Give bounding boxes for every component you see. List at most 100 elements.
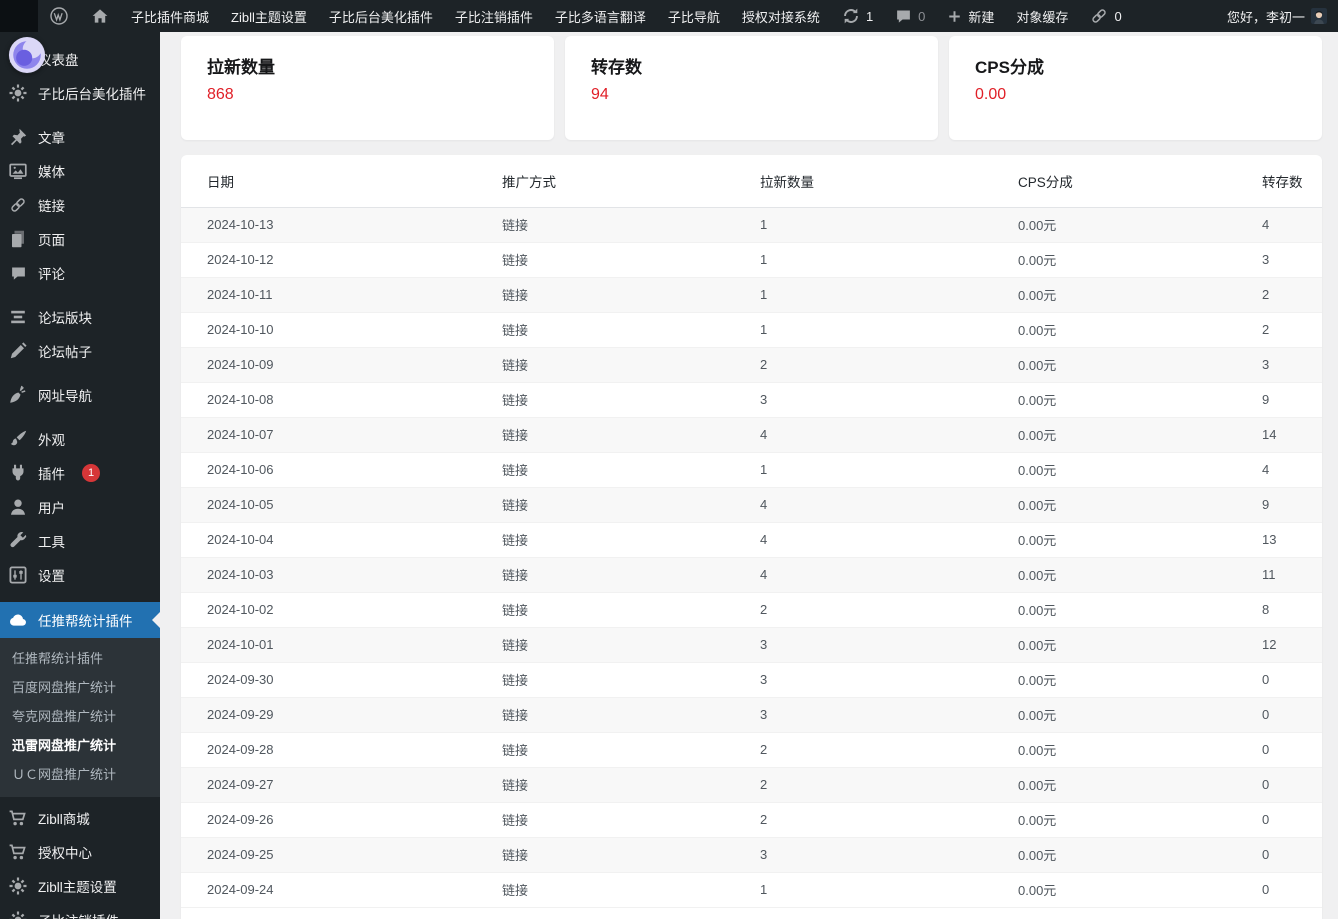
admin-sidebar: 仪表盘 子比后台美化插件 文章 媒体 链接 页面 评论 论坛版块 论坛帖子 网址导航 外观 插件 1 用户… <box>0 32 160 919</box>
wordpress-logo-icon[interactable] <box>38 0 80 32</box>
cell-promo-method: 链接 <box>502 312 760 348</box>
sidebar-item-zibi-logout-plugin[interactable]: 子比注销插件 <box>0 903 160 919</box>
site-logo-moon-icon[interactable] <box>8 36 46 74</box>
table-row: 2024-09-29 链接 3 0.00元 0 <box>181 697 1322 733</box>
menu-separator <box>0 412 160 422</box>
admin-bar-item[interactable]: 子比后台美化插件 <box>318 0 444 32</box>
sidebar-item-zibi-admin-beautify[interactable]: 子比后台美化插件 <box>0 76 160 110</box>
sidebar-item-settings[interactable]: 设置 <box>0 558 160 592</box>
account-menu[interactable]: 您好，李初一 <box>1216 0 1338 32</box>
stat-card: 转存数 94 <box>565 36 938 140</box>
cell-cps-share: 0.00元 <box>1018 767 1262 803</box>
stat-card-label: 拉新数量 <box>207 58 275 77</box>
cell-promo-method: 链接 <box>502 207 760 243</box>
cell-cps-share: 0.00元 <box>1018 312 1262 348</box>
sidebar-item-forum-posts[interactable]: 论坛帖子 <box>0 334 160 368</box>
cell-promo-method: 链接 <box>502 277 760 313</box>
sidebar-item-pages[interactable]: 页面 <box>0 222 160 256</box>
sidebar-item-comments[interactable]: 评论 <box>0 256 160 290</box>
cell-promo-method: 链接 <box>502 662 760 698</box>
object-cache-button[interactable]: 对象缓存 <box>1005 0 1079 32</box>
cell-save-count: 0 <box>1262 872 1322 908</box>
sidebar-item-plugins[interactable]: 插件 1 <box>0 456 160 490</box>
sidebar-item-zibll-shop[interactable]: Zibll商城 <box>0 801 160 835</box>
links-indicator[interactable]: 0 <box>1079 0 1132 32</box>
submenu-item[interactable]: 迅雷网盘推广统计 <box>0 731 160 760</box>
cell-save-count: 3 <box>1262 347 1322 383</box>
sidebar-item-users[interactable]: 用户 <box>0 490 160 524</box>
cell-save-count: 3 <box>1262 242 1322 278</box>
plus-icon <box>947 9 962 24</box>
submenu-item[interactable]: 任推帮统计插件 <box>0 644 160 673</box>
cell-date: 2024-10-07 <box>181 417 502 453</box>
main-content: 拉新数量 868 转存数 94 CPS分成 0.00 日期 推广方式 拉新数量 CPS分成 转存数… <box>160 32 1338 919</box>
admin-bar-item[interactable]: Zibll主题设置 <box>220 0 318 32</box>
sidebar-item-rentuibang-stats[interactable]: 任推帮统计插件 <box>0 602 160 638</box>
column-header: 推广方式 <box>502 155 760 208</box>
cell-new-count: 4 <box>760 417 1018 453</box>
submenu-item[interactable]: 百度网盘推广统计 <box>0 673 160 702</box>
admin-bar: 子比插件商城 Zibll主题设置 子比后台美化插件 子比注销插件 子比多语言翻译 子比导航… <box>0 0 1338 32</box>
sidebar-item-label: 论坛版块 <box>38 311 92 326</box>
cell-new-count: 1 <box>760 277 1018 313</box>
admin-bar-item[interactable]: 子比注销插件 <box>444 0 544 32</box>
cell-save-count: 0 <box>1262 697 1322 733</box>
admin-bar-item[interactable]: 子比多语言翻译 <box>544 0 657 32</box>
cell-cps-share: 0.00元 <box>1018 592 1262 628</box>
sidebar-item-media[interactable]: 媒体 <box>0 154 160 188</box>
column-header: 拉新数量 <box>760 155 1018 208</box>
home-button[interactable] <box>80 0 120 32</box>
sidebar-item-site-nav[interactable]: 网址导航 <box>0 378 160 412</box>
admin-bar-item[interactable]: 子比插件商城 <box>120 0 220 32</box>
admin-bar-item[interactable]: 授权对接系统 <box>731 0 831 32</box>
cell-save-count: 0 <box>1262 802 1322 838</box>
sidebar-item-label: Zibll主题设置 <box>38 880 117 895</box>
cell-save-count: 8 <box>1262 592 1322 628</box>
cell-new-count: 3 <box>760 837 1018 873</box>
stat-card-label: 转存数 <box>591 58 642 77</box>
sidebar-item-links[interactable]: 链接 <box>0 188 160 222</box>
cell-cps-share: 0.00元 <box>1018 872 1262 908</box>
new-label: 新建 <box>968 9 995 25</box>
sidebar-item-label: 文章 <box>38 131 65 146</box>
updates-indicator[interactable]: 1 <box>831 0 884 32</box>
cell-new-count: 2 <box>760 802 1018 838</box>
home-icon <box>91 7 109 25</box>
menu-separator <box>0 368 160 378</box>
cell-new-count: 2 <box>760 592 1018 628</box>
cell-cps-share: 0.00元 <box>1018 452 1262 488</box>
cell-save-count: 9 <box>1262 487 1322 523</box>
cell-promo-method: 链接 <box>502 487 760 523</box>
stat-cards: 拉新数量 868 转存数 94 CPS分成 0.00 <box>181 36 1322 140</box>
menu-separator <box>0 290 160 300</box>
submenu-item[interactable]: 夸克网盘推广统计 <box>0 702 160 731</box>
table-row: 2024-10-06 链接 1 0.00元 4 <box>181 452 1322 488</box>
cell-new-count: 2 <box>760 347 1018 383</box>
column-header: CPS分成 <box>1018 155 1262 208</box>
sidebar-item-auth-center[interactable]: 授权中心 <box>0 835 160 869</box>
chain-icon <box>8 195 28 215</box>
list-icon <box>8 307 28 327</box>
cell-save-count: 0 <box>1262 732 1322 768</box>
stat-card: 拉新数量 868 <box>181 36 554 140</box>
cell-date: 2024-09-28 <box>181 732 502 768</box>
cell-save-count: 4 <box>1262 207 1322 243</box>
comments-indicator[interactable]: 0 <box>884 0 936 32</box>
sidebar-item-forum-sections[interactable]: 论坛版块 <box>0 300 160 334</box>
submenu-item[interactable]: ＵＣ网盘推广统计 <box>0 760 160 789</box>
sidebar-item-tools[interactable]: 工具 <box>0 524 160 558</box>
cell-cps-share: 0.00元 <box>1018 487 1262 523</box>
cell-cps-share: 0.00元 <box>1018 732 1262 768</box>
new-content-button[interactable]: 新建 <box>936 0 1005 32</box>
greeting-text: 您好，李初一 <box>1226 9 1305 25</box>
cell-date: 2024-10-06 <box>181 452 502 488</box>
cell-date: 2024-10-08 <box>181 382 502 418</box>
menu-separator <box>0 110 160 120</box>
sidebar-item-label: 媒体 <box>38 165 65 180</box>
sidebar-item-posts[interactable]: 文章 <box>0 120 160 154</box>
cell-promo-method: 链接 <box>502 452 760 488</box>
sidebar-item-appearance[interactable]: 外观 <box>0 422 160 456</box>
admin-bar-item[interactable]: 子比导航 <box>657 0 731 32</box>
sidebar-item-zibll-theme-settings[interactable]: Zibll主题设置 <box>0 869 160 903</box>
cell-date: 2024-10-13 <box>181 207 502 243</box>
